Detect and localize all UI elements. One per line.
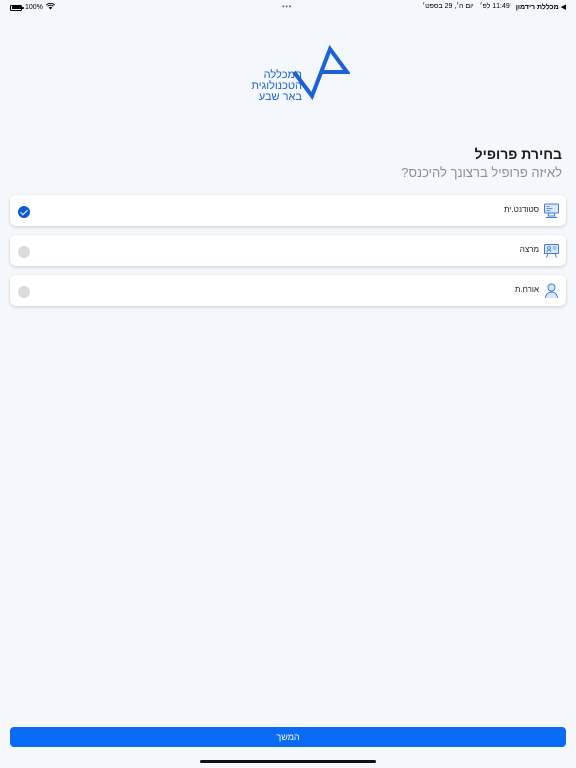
status-date: יום ה׳, 29 בספט׳ (422, 3, 474, 10)
status-bar: 100% ••• ◀ מכללת רידמון 11:49 לפ׳ יום ה׳… (0, 0, 576, 14)
logo-line-3: באר שבע (258, 91, 302, 103)
profile-option-label: אורח.ת (514, 285, 539, 294)
multitasking-dots[interactable]: ••• (282, 2, 292, 11)
status-time: 11:49 לפ׳ (479, 3, 510, 10)
profile-option-label: סטודנט.ית (504, 205, 539, 214)
status-right: ◀ מכללת רידמון 11:49 לפ׳ יום ה׳, 29 בספט… (422, 3, 566, 11)
page-subtitle: לאיזה פרופיל ברצונך להיכנס? (401, 165, 562, 180)
profile-option-guest[interactable]: אורח.ת (10, 275, 566, 306)
battery-percent: 100% (25, 4, 43, 11)
college-logo: המכללה הטכנולוגית באר שבע (224, 44, 350, 106)
logo-text: המכללה הטכנולוגית באר שבע (251, 70, 302, 103)
wifi-icon (45, 2, 55, 12)
guest-person-icon (545, 283, 558, 299)
home-indicator[interactable] (200, 760, 376, 763)
battery-icon (10, 4, 24, 11)
checkmark-selected-icon[interactable] (18, 206, 30, 218)
page-title: בחירת פרופיל (474, 146, 562, 162)
back-to-app-link[interactable]: ◀ מכללת רידמון (516, 3, 566, 11)
lecturer-board-icon (544, 244, 559, 258)
radio-unselected-icon[interactable] (18, 246, 30, 258)
continue-button[interactable]: המשך (10, 727, 566, 747)
profile-option-lecturer[interactable]: מרצה (10, 235, 566, 266)
radio-unselected-icon[interactable] (18, 286, 30, 298)
status-left: 100% (10, 2, 55, 12)
student-computer-icon (544, 203, 559, 218)
profile-option-student[interactable]: סטודנט.ית (10, 195, 566, 226)
profile-option-label: מרצה (519, 245, 539, 254)
profile-options-list: סטודנט.ית מרצה אורח.ת (10, 195, 566, 315)
